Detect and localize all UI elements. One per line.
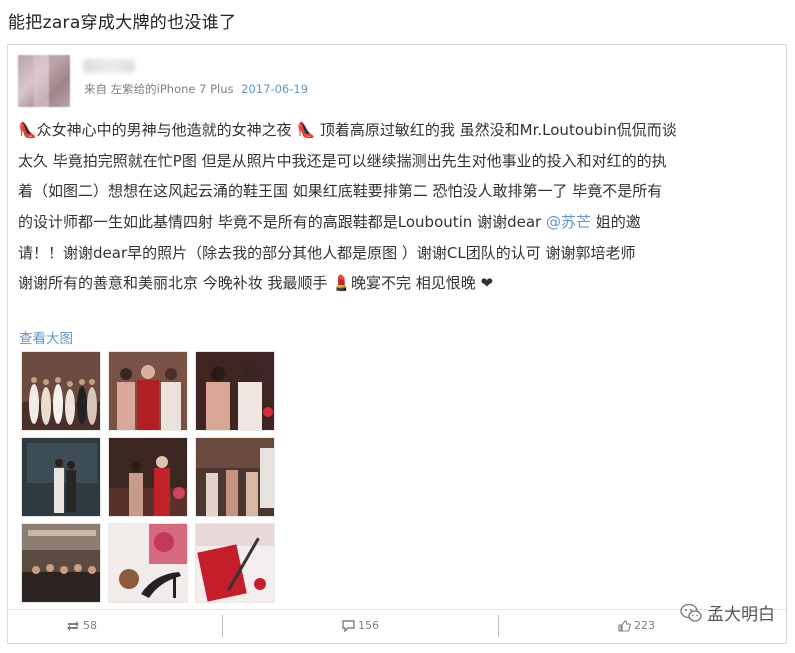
post-meta: 来自 左紫给的iPhone 7 Plus 2017-06-19 xyxy=(84,81,308,97)
mention-link[interactable]: @苏芒 xyxy=(546,213,591,231)
source-prefix: 来自 xyxy=(84,82,107,96)
photo-reception xyxy=(196,438,274,516)
photo-thumb[interactable] xyxy=(108,437,188,517)
photo-group-party xyxy=(22,352,100,430)
like-icon xyxy=(618,619,631,632)
photo-thumb[interactable] xyxy=(21,351,101,431)
photo-grid xyxy=(21,351,275,603)
post-date[interactable]: 2017-06-19 xyxy=(241,82,308,96)
avatar-blur-overlay xyxy=(18,55,70,107)
weibo-post-card: 来自 左紫给的iPhone 7 Plus 2017-06-19 👠众女神心中的男… xyxy=(7,44,787,644)
comment-count: 156 xyxy=(358,619,379,632)
article-headline: 能把zara穿成大牌的也没谁了 xyxy=(8,13,237,33)
avatar[interactable] xyxy=(18,55,70,107)
photo-dark-room xyxy=(22,438,100,516)
like-count: 223 xyxy=(634,619,655,632)
view-large-link[interactable]: 查看大图 xyxy=(19,327,73,347)
post-line-6: 谢谢所有的善意和美丽北京 今晚补妆 我最顺手 💄晚宴不完 相见恨晚 ❤ xyxy=(18,274,494,293)
photo-thumb[interactable] xyxy=(108,523,188,603)
watermark-text: 孟大明白 xyxy=(707,605,775,625)
photo-thumb[interactable] xyxy=(195,437,275,517)
photo-thumb[interactable] xyxy=(21,437,101,517)
post-footer: 58 156 223 xyxy=(8,609,786,645)
post-line-4-text: 的设计师都一生如此基情四射 毕竟不是所有的高跟鞋都是Louboutin 谢谢de… xyxy=(18,213,542,232)
post-line-4-tail: 姐的邀 xyxy=(590,213,641,232)
photo-thumb[interactable] xyxy=(108,351,188,431)
photo-two-women xyxy=(196,352,274,430)
wechat-watermark: 孟大明白 xyxy=(680,600,775,625)
repost-icon xyxy=(67,620,79,631)
photo-group-entrance xyxy=(22,524,100,602)
like-button[interactable]: 223 xyxy=(618,619,655,632)
photo-thumb[interactable] xyxy=(195,523,275,603)
repost-button[interactable]: 58 xyxy=(66,619,97,632)
page: 能把zara穿成大牌的也没谁了 来自 左紫给的iPhone 7 Plus 201… xyxy=(0,0,795,653)
post-line-5: 请！！谢谢dear早的照片（除去我的部分其他人都是原图 ）谢谢CL团队的认可 谢… xyxy=(18,243,636,262)
comment-button[interactable]: 156 xyxy=(342,619,379,632)
repost-count: 58 xyxy=(83,619,97,632)
post-line-3: 着（如图二）想想在这风起云涌的鞋王国 如果红底鞋要排第二 恐怕没人敢排第一了 毕… xyxy=(18,182,663,201)
photo-shoe-cake xyxy=(109,524,187,602)
username-blurred[interactable] xyxy=(83,59,135,73)
photo-thumb[interactable] xyxy=(21,523,101,603)
footer-divider xyxy=(222,615,223,637)
post-line-1: 👠众女神心中的男神与他造就的女神之夜 👠 顶着高原过敏红的我 虽然没和Mr.Lo… xyxy=(18,121,677,139)
source-device: 左紫给的iPhone 7 Plus xyxy=(110,82,234,96)
photo-crowd-red xyxy=(109,438,187,516)
comment-icon xyxy=(342,619,355,632)
post-line-4: 的设计师都一生如此基情四射 毕竟不是所有的高跟鞋都是Louboutin 谢谢de… xyxy=(18,207,782,238)
photo-trio-red-suit xyxy=(109,352,187,430)
photo-red-box xyxy=(196,524,274,602)
footer-divider xyxy=(498,615,499,637)
post-line-2: 太久 毕竟拍完照就在忙P图 但是从照片中我还是可以继续揣测出先生对他事业的投入和… xyxy=(18,151,667,170)
wechat-icon xyxy=(680,603,702,622)
photo-thumb[interactable] xyxy=(195,351,275,431)
post-text: 👠众女神心中的男神与他造就的女神之夜 👠 顶着高原过敏红的我 虽然没和Mr.Lo… xyxy=(18,115,782,299)
